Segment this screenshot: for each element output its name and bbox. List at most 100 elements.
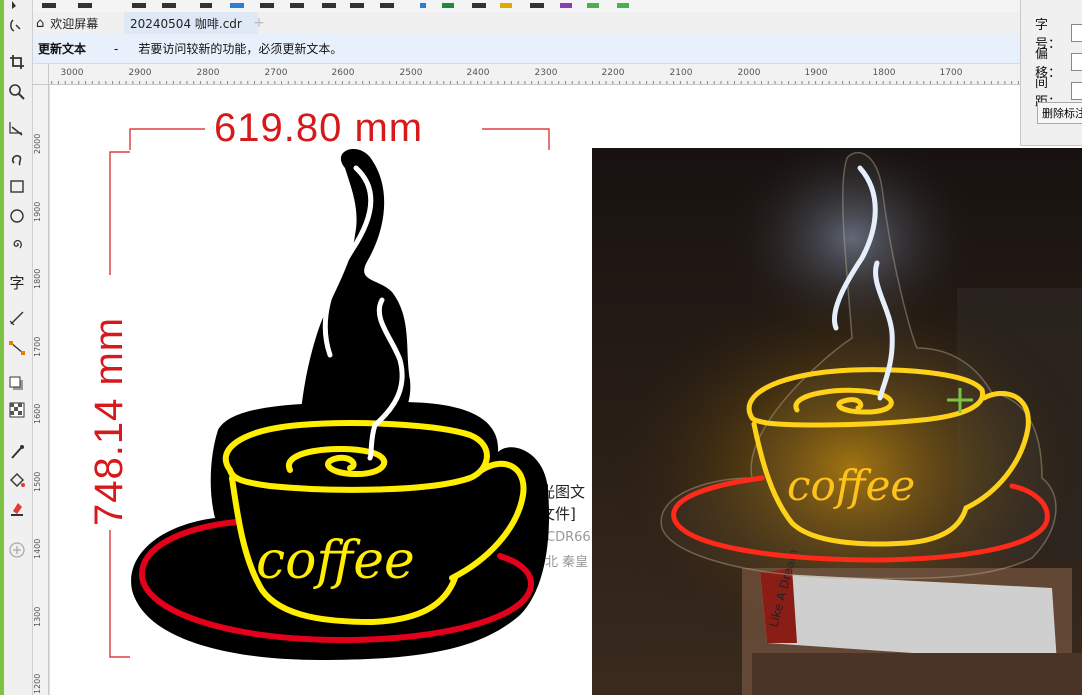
toolbar-icon[interactable] [322, 3, 336, 8]
toolbar-icon[interactable] [560, 3, 572, 8]
notification-title: 更新文本 [38, 42, 87, 56]
toolbar-icon[interactable] [617, 3, 629, 8]
tab-welcome-screen[interactable]: ⌂ 欢迎屏幕 [32, 12, 128, 34]
hruler-label: 1700 [939, 68, 963, 78]
text-tool[interactable]: 字 [6, 272, 28, 292]
vruler-label: 1800 [33, 268, 42, 289]
toolbox-accent-strip [0, 0, 4, 695]
offset-input[interactable] [1070, 53, 1082, 71]
dimension-properties-panel: 字号： 偏移： 间距： 删除标注 [1020, 0, 1082, 146]
plus-icon: + [253, 15, 265, 31]
tab-document-label: 20240504 咖啡.cdr [130, 16, 242, 31]
crop-icon [10, 55, 24, 69]
vruler-label: 1700 [33, 336, 42, 357]
vertical-ruler[interactable]: 2000 1900 1800 1700 1600 1500 1400 1300 … [32, 84, 49, 695]
hruler-label: 2800 [196, 68, 220, 78]
hruler-label: 2300 [534, 68, 558, 78]
toolbar-icon[interactable] [42, 3, 56, 8]
hruler-ticks [51, 81, 1080, 84]
paint-bucket-icon [10, 473, 25, 487]
horizontal-ruler[interactable]: 3000 2900 2800 2700 2600 2500 2400 2300 … [32, 64, 1082, 85]
vruler-label: 1500 [33, 471, 42, 492]
rectangle-icon [10, 180, 24, 193]
coffee-cup-artwork[interactable]: coffee [100, 115, 570, 675]
smart-fill-tool[interactable] [6, 498, 28, 518]
crop-tool[interactable] [6, 52, 28, 72]
width-dimension-label[interactable]: 619.80 mm [214, 106, 423, 151]
update-notification-bar: 更新文本 - 若要访问较新的功能，必须更新文本。 [32, 34, 1020, 64]
toolbar-icon[interactable] [420, 3, 426, 8]
hruler-label: 2200 [601, 68, 625, 78]
toolbar-icon[interactable] [290, 3, 304, 8]
text-char-icon: 字 [9, 273, 25, 292]
freehand-tool[interactable] [6, 118, 28, 138]
toolbar-icon[interactable] [472, 3, 486, 8]
toolbar-icons-strip [42, 3, 629, 8]
interactive-fill-tool[interactable] [6, 470, 28, 490]
toolbar-icon[interactable] [442, 3, 454, 8]
ellipse-tool[interactable] [6, 206, 28, 226]
magnifier-icon [9, 84, 25, 100]
parallel-dimension-tool[interactable] [6, 308, 28, 328]
toolbar-icon[interactable] [587, 3, 599, 8]
height-dimension-label[interactable]: 748.14 mm [87, 317, 132, 526]
spacing-input[interactable] [1070, 82, 1082, 100]
ruler-origin-corner[interactable] [32, 64, 49, 85]
checker-icon [9, 402, 25, 418]
neon-sign-photo-graphic: Like A Dream coffee [592, 148, 1082, 695]
eyedropper-tool[interactable] [6, 442, 28, 462]
spiral-tool[interactable] [6, 234, 28, 254]
add-tab-button[interactable]: + [252, 12, 266, 34]
hruler-label: 2000 [737, 68, 761, 78]
font-size-input[interactable] [1070, 24, 1082, 42]
freehand-pick-icon [10, 19, 21, 32]
toolbar-icon[interactable] [500, 3, 512, 8]
tab-document[interactable]: 20240504 咖啡.cdr [124, 12, 258, 34]
hruler-label: 2400 [466, 68, 490, 78]
add-tool-button[interactable] [6, 540, 28, 560]
freehand-icon [9, 122, 23, 136]
rectangle-tool[interactable] [6, 176, 28, 196]
plus-circle-icon [9, 542, 25, 558]
eyedropper-icon [11, 445, 24, 459]
toolbar-icon[interactable] [162, 3, 176, 8]
toolbar-icon[interactable] [78, 3, 92, 8]
toolbar-icon[interactable] [200, 3, 212, 8]
spiral-icon [13, 239, 22, 249]
standard-toolbar [32, 0, 1020, 12]
transparency-tool[interactable] [6, 400, 28, 420]
tab-welcome-label: 欢迎屏幕 [50, 16, 99, 31]
hruler-label: 1800 [872, 68, 896, 78]
hruler-label: 2100 [669, 68, 693, 78]
photo-coffee-text: coffee [787, 461, 915, 510]
delete-annotation-button[interactable]: 删除标注 [1037, 102, 1082, 124]
notification-separator: - [114, 41, 119, 56]
artistic-media-tool[interactable] [6, 148, 28, 168]
vruler-label: 1400 [33, 538, 42, 559]
toolbar-icon[interactable] [132, 3, 146, 8]
home-icon: ⌂ [36, 15, 45, 31]
coffee-neon-text: coffee [256, 531, 415, 591]
shadow-icon [9, 376, 23, 390]
vruler-label: 2000 [33, 133, 42, 154]
toolbar-icon[interactable] [230, 3, 244, 8]
vruler-label: 1600 [33, 403, 42, 424]
zoom-tool[interactable] [6, 82, 28, 102]
freehand-pick-tool[interactable] [6, 16, 28, 36]
toolbar-icon[interactable] [260, 3, 274, 8]
hruler-label: 1900 [804, 68, 828, 78]
vruler-label: 1900 [33, 201, 42, 222]
curve-icon [11, 154, 22, 166]
connector-tool[interactable] [6, 338, 28, 358]
dimension-icon [9, 311, 24, 326]
toolbar-icon[interactable] [350, 3, 364, 8]
vruler-label: 1300 [33, 606, 42, 627]
toolbar-icon[interactable] [380, 3, 394, 8]
neon-sign-photo[interactable]: Like A Dream coffee [592, 148, 1082, 695]
vruler-label: 1200 [33, 673, 42, 694]
drop-shadow-tool[interactable] [6, 374, 28, 394]
hruler-label: 2900 [128, 68, 152, 78]
toolbar-icon[interactable] [530, 3, 544, 8]
hruler-label: 2600 [331, 68, 355, 78]
document-tab-bar: ⌂ 欢迎屏幕 20240504 咖啡.cdr + [32, 12, 1020, 35]
